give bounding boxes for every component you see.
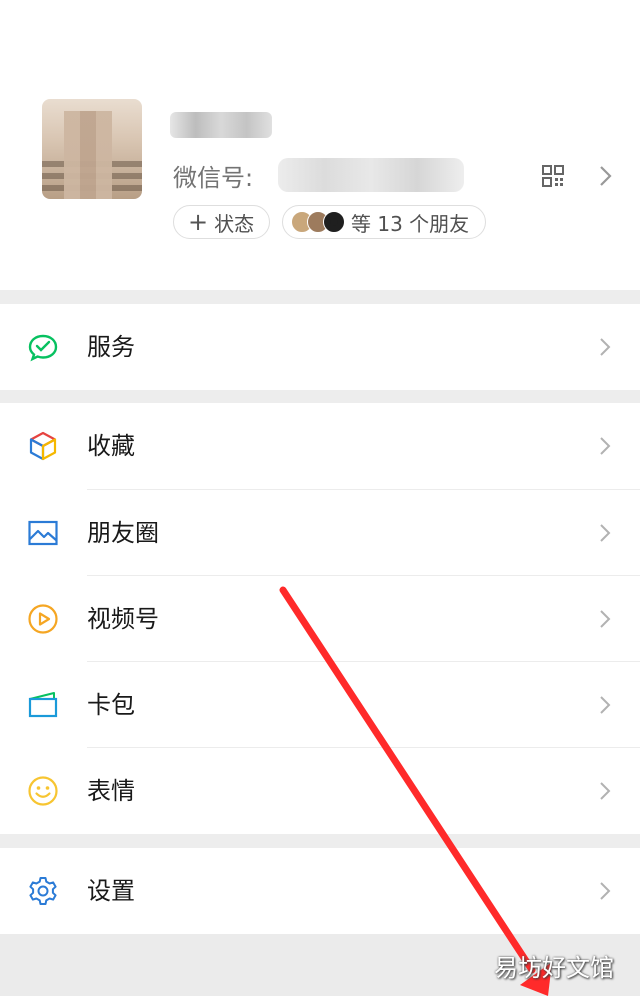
- chevron-right-icon: [600, 437, 611, 455]
- gear-icon: [29, 877, 57, 905]
- menu-label: 视频号: [87, 605, 159, 633]
- plus-icon: +: [188, 208, 209, 236]
- chevron-right-icon: [600, 696, 611, 714]
- wechat-id-label: 微信号:: [173, 164, 254, 192]
- status-label: 状态: [214, 211, 255, 236]
- menu-label: 表情: [87, 777, 135, 805]
- section-gap: [0, 390, 640, 403]
- menu-label: 收藏: [87, 432, 135, 460]
- profile-header[interactable]: 微信号: + 状态 等 13 个朋友: [0, 0, 640, 290]
- section-gap: [0, 290, 640, 304]
- image-icon: [28, 520, 58, 546]
- play-circle-icon: [28, 604, 58, 634]
- menu-item-services[interactable]: 服务: [0, 304, 640, 390]
- friend-avatar: [323, 211, 345, 233]
- chevron-right-icon: [600, 610, 611, 628]
- watermark-text: 易坊好文馆: [494, 954, 614, 982]
- add-status-button[interactable]: + 状态: [173, 205, 270, 239]
- card-wallet-icon: [28, 692, 58, 718]
- friends-status-chip[interactable]: 等 13 个朋友: [282, 205, 486, 239]
- menu-item-settings[interactable]: 设置: [0, 848, 640, 934]
- chevron-right-icon[interactable]: [598, 165, 612, 187]
- qr-code-icon[interactable]: [542, 165, 564, 187]
- smiley-icon: [28, 776, 58, 806]
- menu-item-favorites[interactable]: 收藏: [0, 403, 640, 489]
- chevron-right-icon: [600, 338, 611, 356]
- wechat-pay-icon: [28, 334, 58, 362]
- menu-item-channels[interactable]: 视频号: [0, 576, 640, 662]
- friends-count-text: 等 13 个朋友: [351, 211, 470, 236]
- menu-item-stickers[interactable]: 表情: [0, 748, 640, 834]
- menu-label: 服务: [87, 333, 135, 361]
- menu-label: 朋友圈: [87, 519, 159, 547]
- avatar[interactable]: [42, 99, 142, 199]
- cube-icon: [29, 431, 57, 461]
- menu-item-cards[interactable]: 卡包: [0, 662, 640, 748]
- section-gap: [0, 834, 640, 848]
- nickname-blurred: [170, 112, 272, 138]
- menu-label: 设置: [87, 877, 135, 905]
- chevron-right-icon: [600, 782, 611, 800]
- menu-item-moments[interactable]: 朋友圈: [0, 490, 640, 576]
- chevron-right-icon: [600, 882, 611, 900]
- wechat-id-blurred: [278, 158, 464, 192]
- chevron-right-icon: [600, 524, 611, 542]
- menu-label: 卡包: [87, 691, 135, 719]
